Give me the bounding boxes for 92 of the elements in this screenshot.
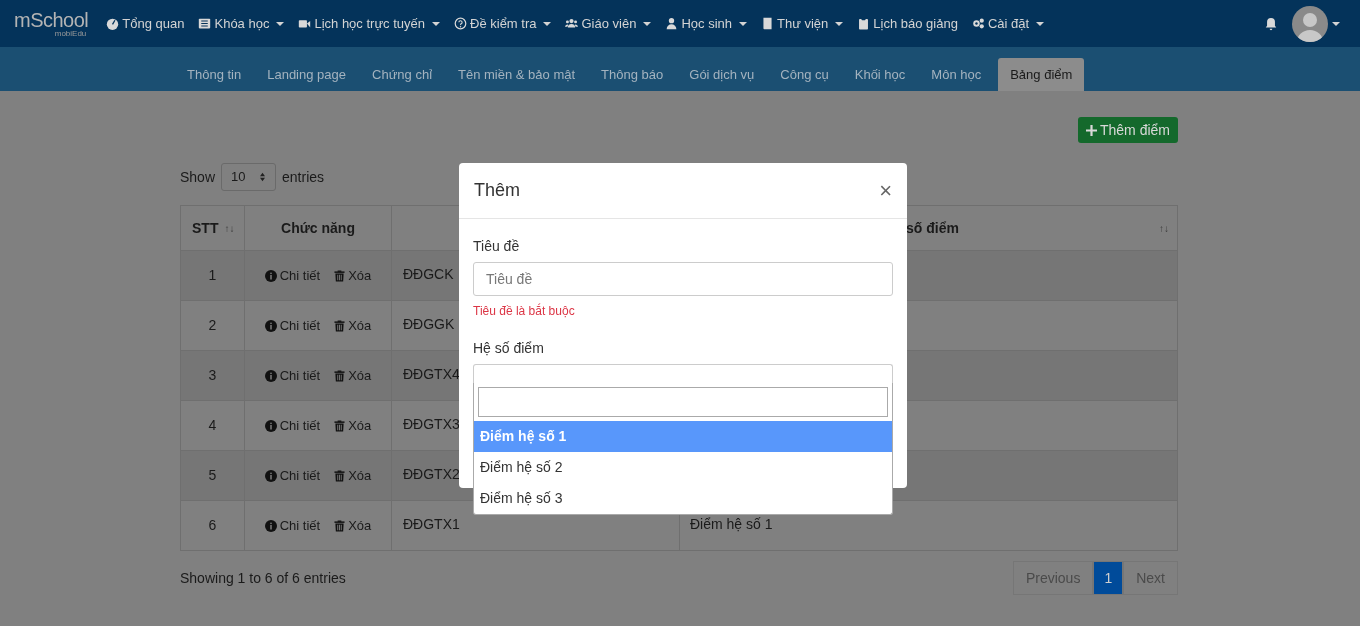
avatar[interactable] [1292,5,1328,42]
modal-title: Thêm [474,179,520,202]
table-cell: ĐĐGCK [403,266,454,282]
nav-link[interactable]: Lịch báo giảng [857,13,958,34]
tab[interactable]: Thông báo [589,58,676,91]
nav-link[interactable]: Học sinh [665,13,747,34]
title-input[interactable]: Tiêu đề [473,262,893,296]
table-cell-text: 4 [208,416,217,435]
sort-icon [259,172,267,182]
nav-link[interactable]: Lịch học trực tuyến [298,13,440,34]
delete-link[interactable]: Xóa [334,465,372,486]
dropdown-option[interactable]: Điểm hệ số 1 [474,421,892,452]
bell-icon[interactable] [1264,16,1278,31]
tab[interactable]: Thông tin [175,58,254,91]
users-icon [565,17,579,30]
trash-icon [334,419,346,432]
tab[interactable]: Chứng chỉ [360,58,445,91]
error-message: Tiêu đề là bắt buộc [473,302,576,320]
table-cell-text: 2 [208,316,217,335]
table-cell: ĐĐGTX2 [403,466,460,482]
field-label: Tiêu đề [473,237,521,256]
table-cell-text: 1 [208,266,217,285]
plus-icon [1085,124,1097,136]
info-icon [264,419,277,432]
tab[interactable]: Tên miền & bảo mật [446,58,588,91]
nav-link[interactable]: Tổng quan [106,13,185,34]
dropdown-option[interactable]: Điểm hệ số 2 [474,452,892,483]
delete-link[interactable]: Xóa [334,515,372,536]
tab[interactable]: Landing page [255,58,358,91]
table-cell: Điểm hệ số 1 [690,516,773,532]
table-cell: ĐĐGTX3 [403,416,460,432]
tab[interactable]: Gói dịch vụ [677,58,767,91]
info-icon [264,519,277,532]
trash-icon [334,369,346,382]
question-icon [454,17,467,30]
tab[interactable]: Công cụ [768,58,841,91]
table-cell-text: 3 [208,366,217,385]
pagination-button[interactable]: 1 [1093,561,1124,595]
detail-link[interactable]: Chi tiết [264,315,321,336]
show-label: Show [180,167,216,187]
caret-icon[interactable] [1332,21,1340,26]
delete-link[interactable]: Xóa [334,265,372,286]
column-header: Chức năng [281,218,355,238]
detail-link[interactable]: Chi tiết [264,415,321,436]
column-header: số điểm [906,218,959,238]
detail-link[interactable]: Chi tiết [264,515,321,536]
logo[interactable]: mSchool mobiEdu [14,9,89,38]
detail-link[interactable]: Chi tiết [264,465,321,486]
nav-link[interactable]: Đề kiểm tra [454,13,552,34]
info-icon [264,319,277,332]
nav-link[interactable]: Thư viện [761,13,844,34]
page-length-select[interactable]: 10 [221,163,277,191]
table-cell: ĐĐGTX1 [403,516,460,532]
trash-icon [334,319,346,332]
info-icon [264,269,277,282]
clipboard-icon [857,17,871,30]
book-icon [761,17,774,30]
nav-link[interactable]: Khóa học [198,13,285,34]
nav-link[interactable]: Cài đặt [971,13,1045,34]
delete-link[interactable]: Xóa [334,365,372,386]
table-cell: ĐĐGGK [403,316,455,332]
column-header: STT [192,218,219,238]
table-cell: ĐĐGTX4 [403,366,460,382]
dropdown-option[interactable]: Điểm hệ số 3 [474,483,892,514]
nav-link[interactable]: Giáo viên [565,13,652,34]
gauge-icon [106,17,120,30]
detail-link[interactable]: Chi tiết [264,365,321,386]
info-icon [264,469,277,482]
trash-icon [334,469,346,482]
table-info: Showing 1 to 6 of 6 entries [180,568,346,588]
delete-link[interactable]: Xóa [334,415,372,436]
list-icon [198,17,212,30]
user-icon [665,17,679,30]
add-score-button[interactable]: Thêm điểm [1077,117,1178,143]
entries-label: entries [282,167,325,187]
tab[interactable]: Khối học [842,58,918,91]
video-camera-icon [298,17,312,30]
trash-icon [334,519,346,532]
sort-icon[interactable]: ↑↓ [224,220,235,236]
delete-link[interactable]: Xóa [334,315,372,336]
field-label: Hệ số điểm [473,339,545,358]
tab[interactable]: Môn học [919,58,994,91]
search-field[interactable] [478,387,888,417]
table-cell-text: 5 [208,466,217,485]
sort-icon[interactable]: ↑↓ [1159,220,1169,236]
table-cell-text: 6 [208,516,217,535]
detail-link[interactable]: Chi tiết [264,265,321,286]
gears-icon [971,17,985,30]
trash-icon [334,269,346,282]
close-button[interactable]: × [879,179,892,202]
tab[interactable]: Bảng điểm [998,58,1085,91]
info-icon [264,369,277,382]
